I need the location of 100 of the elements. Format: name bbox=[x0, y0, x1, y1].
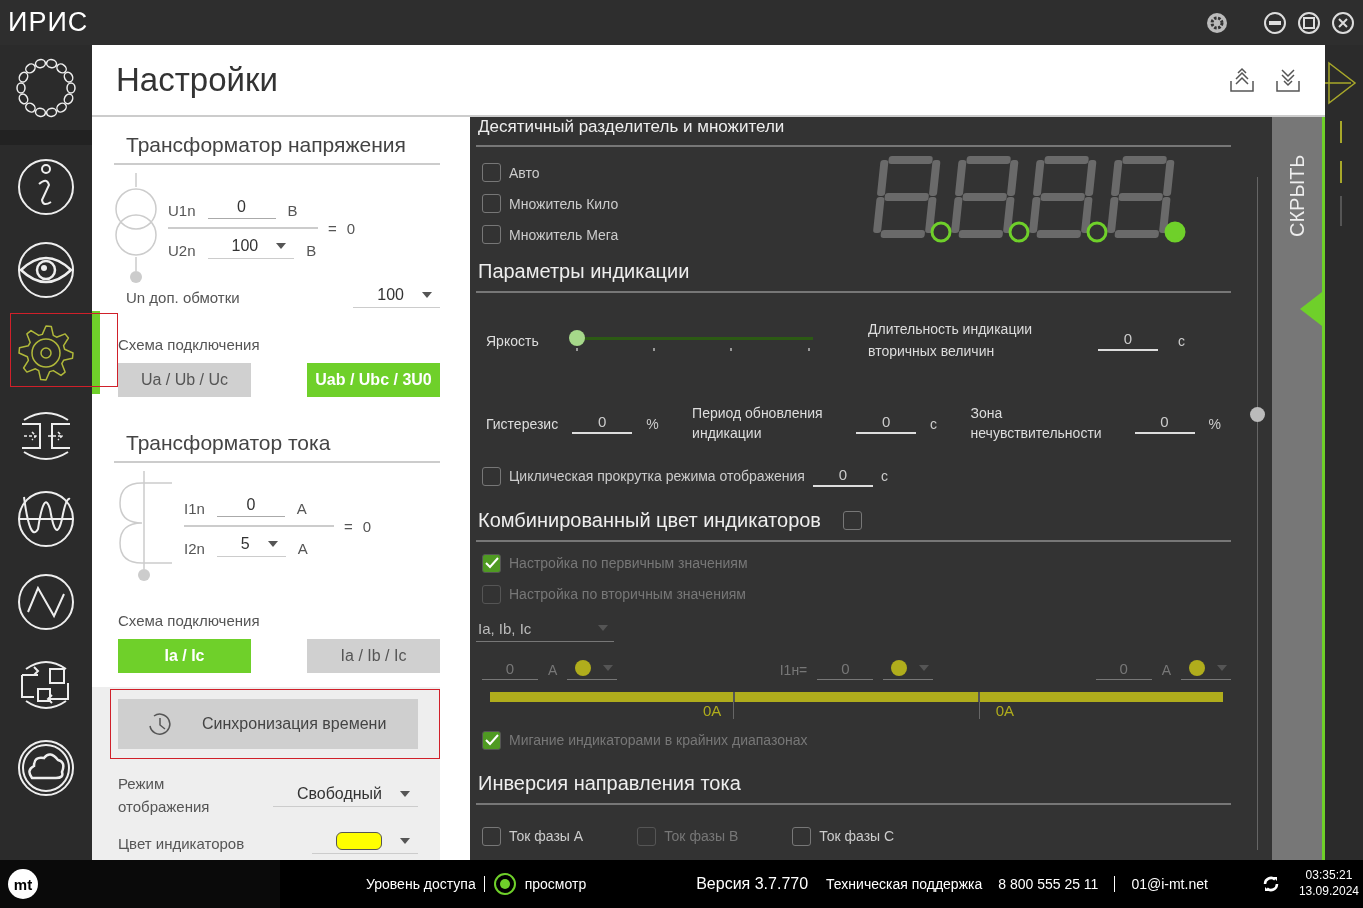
section-heading: Трансформатор тока bbox=[114, 415, 440, 463]
input-field[interactable]: 0 bbox=[856, 413, 917, 435]
decimal-point-indicator[interactable] bbox=[930, 221, 952, 242]
checkbox[interactable] bbox=[482, 826, 501, 846]
range-label: 0A bbox=[702, 701, 735, 719]
equals-sign: = bbox=[328, 220, 337, 237]
checkbox-label: Циклическая прокрутка режима отображения bbox=[509, 468, 805, 485]
dropdown[interactable]: Свободный bbox=[272, 784, 418, 807]
dropdown[interactable]: 100 bbox=[353, 286, 440, 308]
access-label: Уровень доступа bbox=[366, 876, 476, 892]
sine-icon bbox=[16, 488, 76, 549]
dropdown[interactable]: 5 bbox=[216, 535, 286, 557]
input-field[interactable]: 0 bbox=[207, 198, 276, 219]
hide-panel-tab[interactable]: СКРЫТЬ bbox=[1272, 117, 1325, 860]
field-label: U1n bbox=[168, 202, 196, 219]
clock-time: 03:35:21 bbox=[1305, 868, 1353, 884]
checkbox-label: Настройка по первичным значениям bbox=[509, 555, 748, 572]
checkbox[interactable] bbox=[482, 466, 501, 486]
input-field[interactable]: 0 bbox=[1098, 330, 1158, 352]
checkbox-label: Множитель Мега bbox=[509, 226, 619, 243]
chevrons-up-icon[interactable] bbox=[1229, 67, 1255, 93]
scheme-toggle[interactable]: Ua / Ub / Uc bbox=[118, 363, 251, 397]
email-address: 01@i-mt.net bbox=[1131, 876, 1208, 892]
caret-icon bbox=[603, 664, 614, 671]
color-dropdown[interactable] bbox=[567, 659, 618, 680]
field-label: Режим отображения bbox=[118, 774, 211, 817]
checkbox[interactable] bbox=[792, 826, 812, 846]
checkbox-label: Авто bbox=[509, 164, 540, 181]
field-label: Цвет индикаторов bbox=[118, 834, 245, 852]
decimal-point-indicator[interactable] bbox=[1008, 221, 1030, 242]
dropdown[interactable]: Ia, Ib, Ic bbox=[476, 613, 614, 642]
section-heading: Инверсия направления тока bbox=[476, 759, 1231, 805]
unit-label: с bbox=[930, 415, 938, 432]
field-label: Гистерезис bbox=[486, 415, 559, 432]
minimize-icon[interactable] bbox=[1263, 10, 1287, 35]
color-dropdown[interactable] bbox=[1181, 659, 1231, 680]
checkbox[interactable] bbox=[482, 584, 501, 604]
field-label: Зона нечувствительности bbox=[970, 404, 1103, 443]
caret-icon bbox=[267, 541, 278, 547]
input-field[interactable]: 0 bbox=[216, 496, 285, 517]
decimal-point-indicator[interactable] bbox=[1164, 221, 1186, 242]
caret-icon bbox=[276, 243, 287, 249]
settings-icon[interactable] bbox=[1205, 10, 1229, 35]
section-heading: Комбинированный цвет индикаторов bbox=[478, 508, 821, 532]
checkbox-label: Мигание индикаторами в крайних диапазонах bbox=[509, 732, 808, 749]
checkbox-label: Ток фазы В bbox=[664, 828, 739, 845]
input-field[interactable]: 0 bbox=[1134, 413, 1195, 435]
checkbox-label: Настройка по вторичным значениям bbox=[509, 586, 746, 603]
page-title: Настройки bbox=[116, 61, 278, 99]
scheme-toggle[interactable]: Ia / Ib / Ic bbox=[307, 639, 440, 673]
pointer-icon bbox=[1300, 292, 1322, 326]
field-label: Длительность индикации вторичных величин bbox=[868, 320, 1034, 361]
checkbox[interactable] bbox=[482, 163, 501, 182]
phone-number: 8 800 555 25 11 bbox=[998, 876, 1099, 892]
unit-label: А bbox=[296, 500, 307, 517]
color-dropdown[interactable] bbox=[883, 659, 934, 680]
dropdown[interactable]: 100 bbox=[207, 237, 295, 259]
chevrons-down-icon[interactable] bbox=[1275, 67, 1301, 93]
field-label: I2n bbox=[184, 540, 205, 557]
version-text: Версия 3.7.770 bbox=[696, 875, 809, 893]
field-label: Период обновления индикации bbox=[692, 404, 824, 443]
caret-icon bbox=[1217, 664, 1227, 671]
caret-icon bbox=[598, 625, 608, 632]
checkbox[interactable] bbox=[482, 194, 501, 213]
caret-icon bbox=[400, 838, 410, 844]
range-label: 0A bbox=[978, 701, 1223, 719]
cloud-icon bbox=[16, 737, 76, 798]
input-field[interactable]: 0 bbox=[812, 465, 873, 487]
scrollbar-thumb[interactable] bbox=[1250, 407, 1265, 422]
slider-thumb[interactable] bbox=[568, 329, 585, 346]
section-heading: Десятичный разделитель и множители bbox=[476, 117, 1231, 147]
decimal-point-indicator[interactable] bbox=[1086, 221, 1108, 242]
checkbox[interactable] bbox=[482, 225, 501, 244]
unit-label: % bbox=[1208, 415, 1221, 432]
unit-label: с bbox=[1178, 332, 1185, 349]
caret-icon bbox=[919, 664, 930, 671]
eye-icon bbox=[16, 239, 76, 300]
color-dropdown[interactable] bbox=[312, 832, 418, 854]
voltage-transformer-icon bbox=[114, 172, 158, 285]
access-value: просмотр bbox=[524, 876, 587, 892]
checkbox[interactable] bbox=[482, 730, 501, 750]
unit-label: В bbox=[306, 242, 317, 259]
checkbox-label: Ток фазы С bbox=[819, 828, 895, 845]
caret-icon bbox=[422, 292, 432, 298]
app-name: ИРИС bbox=[8, 7, 89, 38]
field-label: Un доп. обмотки bbox=[126, 288, 240, 306]
gear-icon bbox=[16, 322, 76, 383]
input-field[interactable]: 0 bbox=[572, 413, 633, 435]
close-icon[interactable] bbox=[1331, 10, 1355, 35]
maximize-icon[interactable] bbox=[1297, 10, 1321, 35]
support-label: Техническая поддержка bbox=[826, 876, 983, 892]
section-heading: Параметры индикации bbox=[476, 248, 1231, 293]
caret-icon bbox=[400, 790, 410, 797]
company-logo: mt bbox=[8, 869, 38, 899]
checkbox-label: Множитель Кило bbox=[509, 195, 619, 212]
sync-time-button[interactable]: Синхронизация времени bbox=[118, 699, 418, 749]
checkbox[interactable] bbox=[482, 553, 501, 573]
info-icon bbox=[16, 156, 76, 217]
field-label: I1н= bbox=[779, 661, 808, 678]
checkbox[interactable] bbox=[843, 510, 862, 530]
